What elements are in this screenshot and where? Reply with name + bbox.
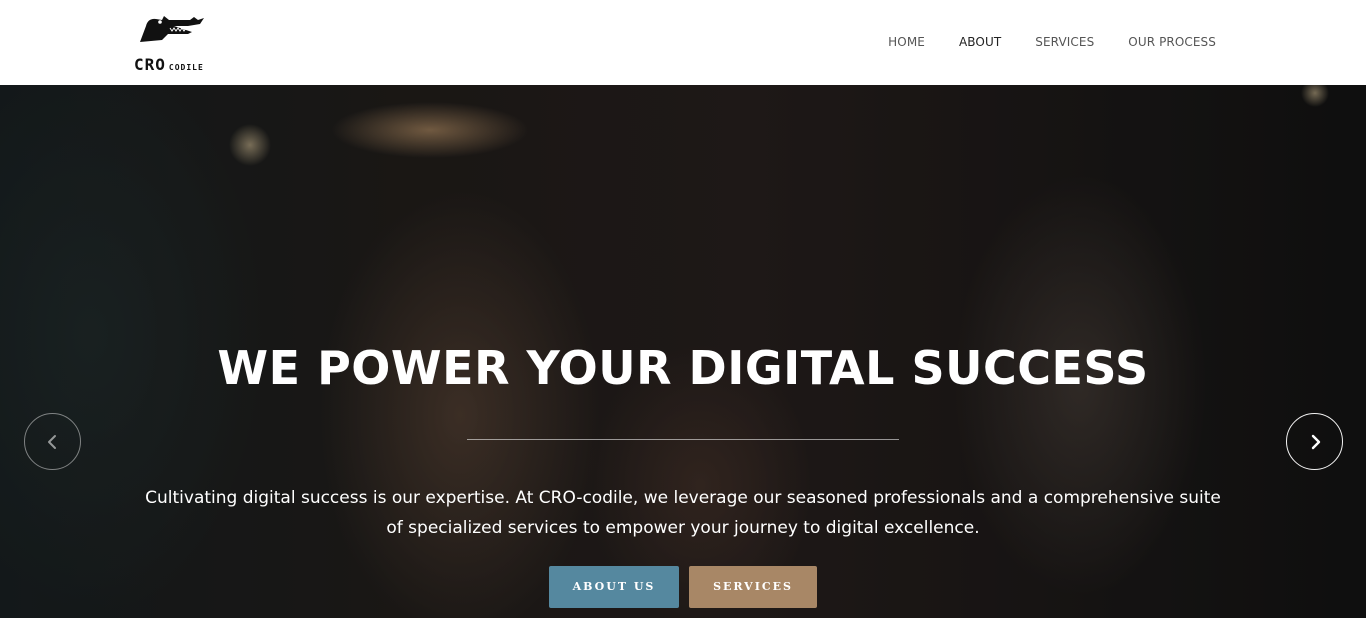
slider-prev-button[interactable] [24,413,81,470]
crocodile-logo-icon [140,16,204,42]
nav-item-services[interactable]: SERVICES [1035,35,1094,49]
hero-title: WE POWER YOUR DIGITAL SUCCESS [217,341,1149,395]
hero-divider [467,439,899,440]
services-button[interactable]: SERVICES [689,566,817,608]
nav-item-about[interactable]: ABOUT [959,35,1001,49]
brand-name-sub: CODILE [168,63,204,72]
chevron-right-icon [1311,434,1321,450]
hero-description: Cultivating digital success is our exper… [145,488,1221,538]
nav-item-our-process[interactable]: OUR PROCESS [1128,35,1216,49]
slider-next-button[interactable] [1286,413,1343,470]
main-nav: HOME ABOUT SERVICES OUR PROCESS [854,35,1216,49]
brand-logo[interactable]: CRO CODILE [134,14,214,74]
brand-name-main: CRO [134,55,166,74]
about-us-button[interactable]: ABOUT US [549,566,679,608]
site-header: CRO CODILE HOME ABOUT SERVICES OUR PROCES… [0,0,1366,85]
hero-slider: WE POWER YOUR DIGITAL SUCCESS Cultivatin… [0,85,1366,618]
brand-wordmark: CRO CODILE [134,55,204,75]
chevron-left-icon [48,435,56,449]
nav-item-home[interactable]: HOME [888,35,925,49]
